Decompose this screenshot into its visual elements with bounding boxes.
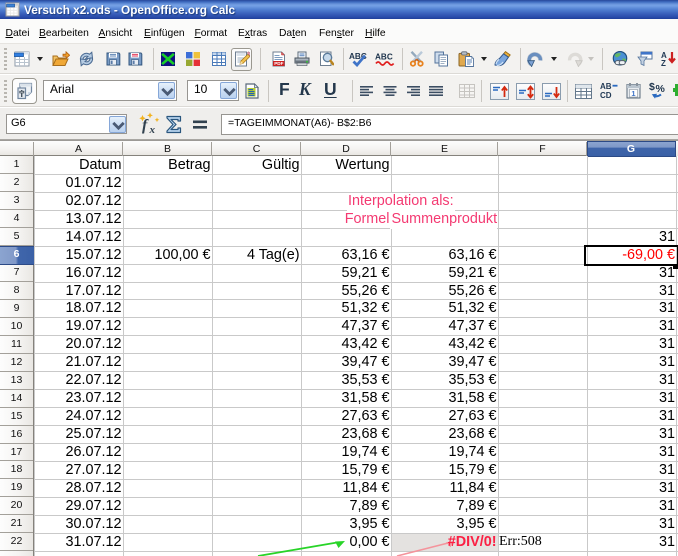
- svg-text:ABC: ABC: [375, 53, 393, 62]
- svg-text:Z: Z: [661, 59, 666, 67]
- svg-text:1: 1: [631, 89, 635, 98]
- svg-text:%: %: [656, 83, 666, 95]
- svg-text:x: x: [149, 124, 156, 136]
- svg-text:CD: CD: [600, 91, 612, 100]
- svg-text:PDF: PDF: [274, 61, 283, 66]
- svg-text:$: $: [649, 81, 655, 93]
- svg-text:AB: AB: [600, 82, 612, 91]
